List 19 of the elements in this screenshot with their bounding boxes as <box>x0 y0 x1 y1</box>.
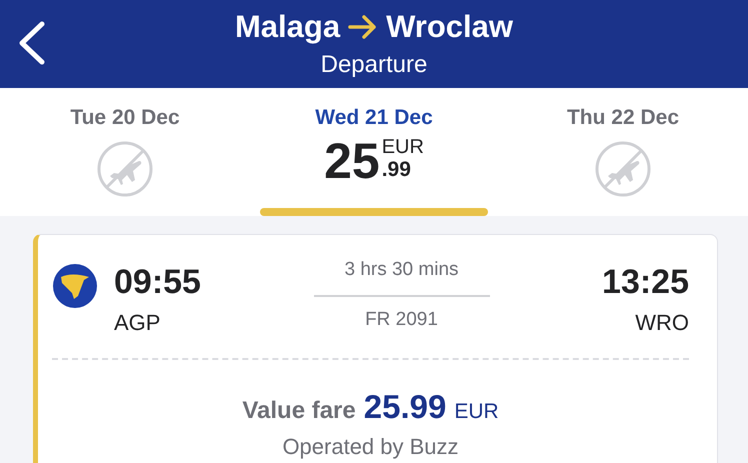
arrival-time: 13:25 <box>602 263 689 302</box>
origin-city: Malaga <box>234 9 340 45</box>
flight-duration: 3 hrs 30 mins <box>344 259 459 281</box>
operator-text: Operated by Buzz <box>281 434 460 460</box>
departure-airport: AGP <box>114 310 162 336</box>
page-subtitle: Departure <box>320 51 428 79</box>
fare-amount: 25.99 <box>364 388 446 426</box>
fare-currency: EUR <box>454 400 499 424</box>
date-tab[interactable]: Tue 20 Dec <box>0 88 250 216</box>
date-tab[interactable]: Thu 22 Dec <box>498 88 748 216</box>
destination-city: Wroclaw <box>386 9 513 45</box>
fare-label: Value fare <box>242 397 356 425</box>
no-flights-icon <box>594 140 652 198</box>
departure-time: 09:55 <box>114 263 202 302</box>
flight-card[interactable]: 09:55 AGP 3 hrs 30 mins FR 2091 13:25 WRO Value fare 25.99 EUR Operated by Buzz <box>33 234 718 463</box>
flight-number: FR 2091 <box>365 309 438 331</box>
right-arrow-icon <box>348 14 378 40</box>
arrival-airport: WRO <box>635 310 689 336</box>
no-flights-icon <box>96 140 154 198</box>
